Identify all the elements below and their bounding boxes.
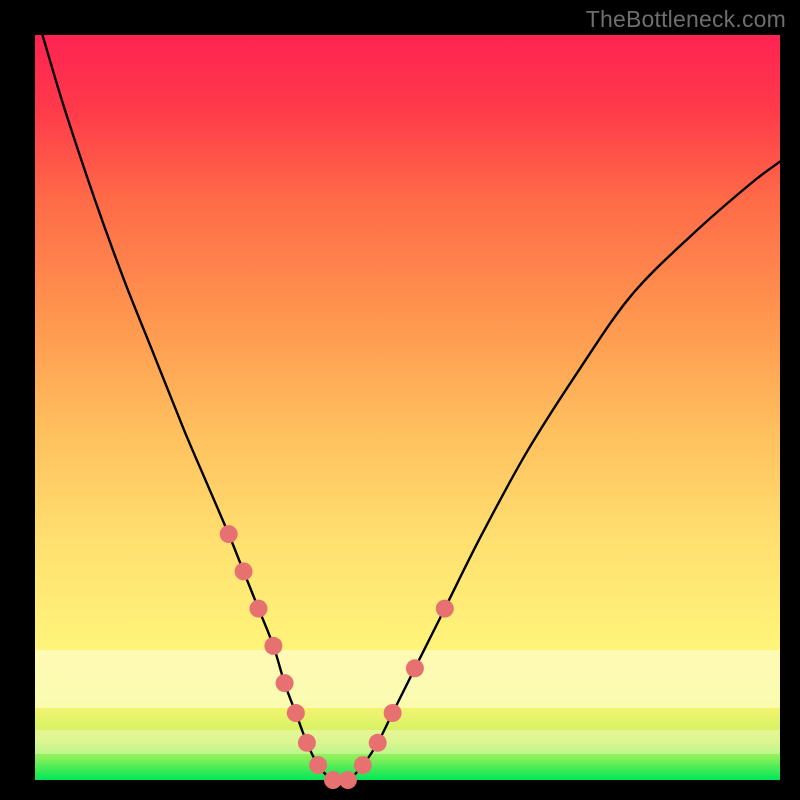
marker-group (220, 525, 454, 789)
marker-dot (264, 637, 282, 655)
plot-area (35, 35, 780, 780)
marker-dot (250, 600, 268, 618)
marker-dot (354, 756, 372, 774)
marker-dot (287, 704, 305, 722)
curve-layer (35, 35, 780, 780)
chart-frame: TheBottleneck.com (0, 0, 800, 800)
marker-dot (220, 525, 238, 543)
marker-dot (298, 734, 316, 752)
marker-dot (235, 562, 253, 580)
marker-dot (339, 771, 357, 789)
marker-dot (436, 600, 454, 618)
marker-dot (406, 659, 424, 677)
marker-dot (309, 756, 327, 774)
marker-dot (384, 704, 402, 722)
marker-dot (276, 674, 294, 692)
marker-dot (369, 734, 387, 752)
watermark-text: TheBottleneck.com (586, 6, 786, 33)
